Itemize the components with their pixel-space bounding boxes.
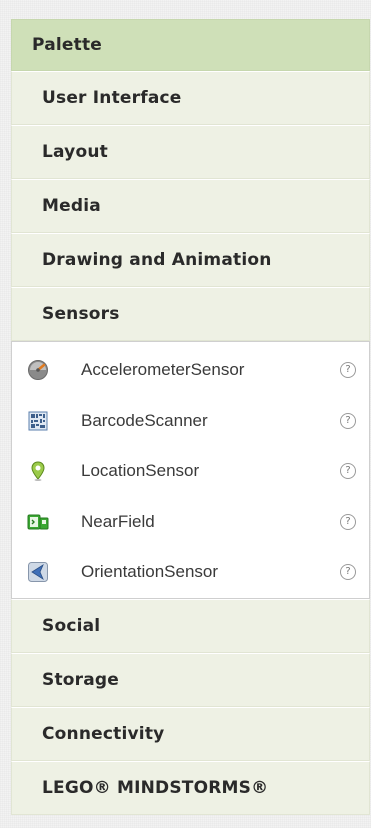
sensors-component-list: AccelerometerSensor ? BarcodeScanner ? L… [11, 341, 370, 599]
location-pin-icon [27, 460, 49, 482]
category-layout[interactable]: Layout [11, 125, 370, 179]
component-label: OrientationSensor [81, 562, 219, 582]
component-orientation-sensor[interactable]: OrientationSensor ? [12, 547, 369, 598]
component-barcode-scanner[interactable]: BarcodeScanner ? [12, 396, 369, 447]
nearfield-icon [27, 511, 49, 533]
barcode-icon [27, 410, 49, 432]
component-label: AccelerometerSensor [81, 360, 245, 380]
help-icon[interactable]: ? [340, 564, 356, 581]
orientation-icon [27, 561, 49, 583]
component-near-field[interactable]: NearField ? [12, 497, 369, 548]
category-drawing-and-animation[interactable]: Drawing and Animation [11, 233, 370, 287]
help-icon[interactable]: ? [340, 463, 356, 480]
component-label: LocationSensor [81, 461, 200, 481]
component-label: NearField [81, 511, 155, 531]
help-icon[interactable]: ? [340, 513, 356, 530]
component-location-sensor[interactable]: LocationSensor ? [12, 446, 369, 497]
help-icon[interactable]: ? [340, 412, 356, 429]
component-label: BarcodeScanner [81, 410, 208, 430]
palette-title: Palette [11, 19, 370, 71]
category-lego-mindstorms[interactable]: LEGO® MINDSTORMS® [11, 761, 370, 815]
accelerometer-icon [27, 359, 49, 381]
category-sensors[interactable]: Sensors [11, 287, 370, 341]
category-connectivity[interactable]: Connectivity [11, 707, 370, 761]
help-icon[interactable]: ? [340, 362, 356, 379]
category-media[interactable]: Media [11, 179, 370, 233]
category-social[interactable]: Social [11, 599, 370, 653]
palette-panel: Palette User Interface Layout Media Draw… [11, 19, 370, 815]
component-accelerometer-sensor[interactable]: AccelerometerSensor ? [12, 345, 369, 396]
category-user-interface[interactable]: User Interface [11, 71, 370, 125]
category-storage[interactable]: Storage [11, 653, 370, 707]
